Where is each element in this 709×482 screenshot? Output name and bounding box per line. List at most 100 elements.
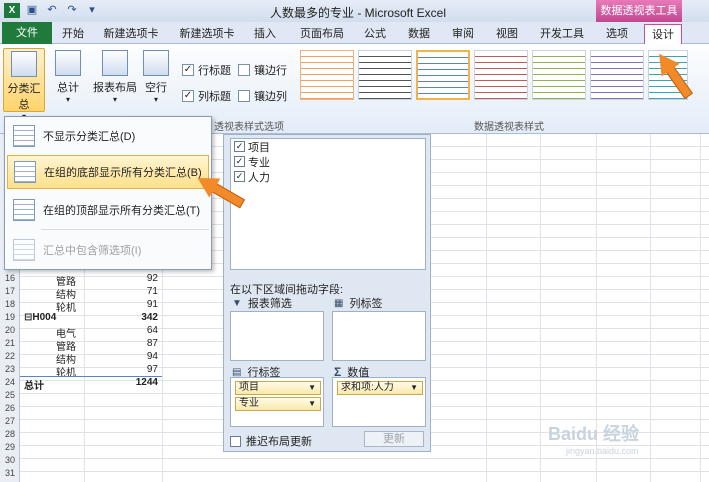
pivot-tools-context-tab: 数据透视表工具 [596, 0, 682, 22]
pivot-grand-total-label[interactable]: 总计 [24, 377, 44, 392]
tab-file[interactable]: 文件 [2, 22, 52, 44]
row-number[interactable]: 31 [0, 468, 20, 478]
menu-item-label: 在组的底部显示所有分类汇总(B) [44, 167, 202, 179]
pivot-row-value[interactable]: 91 [118, 299, 158, 310]
pivot-grand-total-value[interactable]: 1244 [118, 377, 158, 388]
tab-options[interactable]: 选项 [600, 24, 634, 44]
no-subtotals-icon [13, 125, 35, 147]
menu-item-no-subtotals[interactable]: 不显示分类汇总(D) [7, 119, 209, 153]
empty-checkbox-icon [230, 435, 241, 447]
tab-insert[interactable]: 插入 [250, 24, 280, 44]
quick-access-toolbar: X ▣ ↶ ↷ ▾ [4, 3, 100, 18]
save-icon[interactable]: ▣ [24, 3, 40, 18]
rows-icon: ▤ [232, 366, 242, 378]
tab-new-1[interactable]: 新建选项卡 [98, 24, 164, 44]
pivot-row-value[interactable]: 97 [118, 364, 158, 375]
menu-item-subtotals-bottom[interactable]: 在组的底部显示所有分类汇总(B) [7, 155, 209, 189]
row-number[interactable]: 19 [0, 312, 20, 322]
banded-rows-checkbox[interactable]: 镶边行 [238, 62, 287, 78]
field-item[interactable]: ✓ 人力 [231, 169, 425, 184]
grand-totals-label: 总计 [57, 82, 79, 94]
blank-rows-button[interactable]: 空行 ▾ [140, 48, 172, 112]
report-filter-area[interactable] [230, 311, 324, 361]
style-swatch[interactable] [358, 50, 412, 100]
col-headers-checkbox[interactable]: ✓ 列标题 [182, 88, 231, 104]
blank-rows-icon [143, 50, 169, 76]
tab-design[interactable]: 设计 [644, 24, 682, 44]
value-field-chip[interactable]: 求和项:人力 ▼ [337, 381, 423, 395]
grand-totals-button[interactable]: 总计 ▾ [47, 48, 89, 112]
report-layout-button[interactable]: 报表布局 ▾ [92, 48, 138, 112]
row-number[interactable]: 26 [0, 403, 20, 413]
subtotals-bottom-icon [14, 161, 36, 183]
title-bar: X ▣ ↶ ↷ ▾ 人数最多的专业 - Microsoft Excel 数据透视… [0, 0, 709, 22]
tab-data[interactable]: 数据 [404, 24, 434, 44]
pivot-row-value[interactable]: 71 [118, 286, 158, 297]
row-number[interactable]: 22 [0, 351, 20, 361]
subtotals-button[interactable]: 分类汇总 ▾ [3, 48, 45, 121]
row-labels-area[interactable]: 项目 ▼ 专业 ▼ [230, 377, 324, 427]
defer-layout-checkbox[interactable]: 推迟布局更新 [230, 433, 312, 449]
tab-page-layout[interactable]: 页面布局 [294, 24, 350, 44]
row-number[interactable]: 20 [0, 325, 20, 335]
tab-new-2[interactable]: 新建选项卡 [174, 24, 240, 44]
pivot-row-value[interactable]: 94 [118, 351, 158, 362]
report-filter-label: ▼ 报表筛选 [232, 295, 292, 311]
tab-review[interactable]: 审阅 [448, 24, 478, 44]
pivot-row-label[interactable]: 轮机 [56, 299, 76, 314]
style-swatch[interactable] [590, 50, 644, 100]
empty-checkbox-icon [238, 64, 250, 76]
row-number[interactable]: 25 [0, 390, 20, 400]
row-field-chip[interactable]: 项目 ▼ [235, 381, 321, 395]
style-swatch-selected[interactable] [416, 50, 470, 100]
pivot-row-value[interactable]: 92 [118, 273, 158, 284]
banded-cols-label: 镶边列 [254, 91, 287, 103]
field-item[interactable]: ✓ 项目 [231, 139, 425, 154]
row-number[interactable]: 23 [0, 364, 20, 374]
pivot-row-value[interactable]: 64 [118, 325, 158, 336]
tab-home[interactable]: 开始 [58, 24, 88, 44]
banded-cols-checkbox[interactable]: 镶边列 [238, 88, 287, 104]
subtotals-icon [11, 51, 37, 77]
tab-developer[interactable]: 开发工具 [536, 24, 588, 44]
column-labels-label: ▦ 列标签 [334, 295, 382, 311]
row-headers-checkbox[interactable]: ✓ 行标题 [182, 62, 231, 78]
style-swatch[interactable] [300, 50, 354, 100]
grand-totals-icon [55, 50, 81, 76]
undo-icon[interactable]: ↶ [44, 3, 60, 18]
row-number[interactable]: 28 [0, 429, 20, 439]
row-field-chip[interactable]: 专业 ▼ [235, 397, 321, 411]
customize-qat-icon[interactable]: ▾ [84, 3, 100, 18]
tab-formulas[interactable]: 公式 [360, 24, 390, 44]
row-number[interactable]: 29 [0, 442, 20, 452]
style-swatch[interactable] [532, 50, 586, 100]
watermark-logo: Baidu 经验 [548, 424, 640, 444]
checkmark-icon: ✓ [182, 64, 194, 76]
row-number[interactable]: 18 [0, 299, 20, 309]
redo-icon[interactable]: ↷ [64, 3, 80, 18]
banded-rows-label: 镶边行 [254, 65, 287, 77]
chevron-down-icon: ▾ [112, 95, 117, 104]
field-item[interactable]: ✓ 专业 [231, 154, 425, 169]
pivot-group-value[interactable]: 342 [118, 312, 158, 323]
style-swatch[interactable] [474, 50, 528, 100]
values-area[interactable]: 求和项:人力 ▼ [332, 377, 426, 427]
row-number[interactable]: 17 [0, 286, 20, 296]
row-number[interactable]: 21 [0, 338, 20, 348]
chevron-down-icon: ▾ [65, 95, 70, 104]
excel-logo-icon: X [4, 3, 20, 18]
pivot-group-label[interactable]: ⊟H004 [24, 312, 56, 323]
row-number[interactable]: 27 [0, 416, 20, 426]
column-labels-area[interactable] [332, 311, 426, 361]
row-number[interactable]: 24 [0, 377, 20, 387]
row-number[interactable]: 16 [0, 273, 20, 283]
menu-item-subtotals-top[interactable]: 在组的顶部显示所有分类汇总(T) [7, 193, 209, 227]
tab-view[interactable]: 视图 [492, 24, 522, 44]
row-number[interactable]: 30 [0, 455, 20, 465]
field-name: 人力 [248, 171, 270, 184]
pivot-row-value[interactable]: 87 [118, 338, 158, 349]
chip-label: 专业 [239, 398, 259, 409]
column-labels-text: 列标签 [349, 298, 383, 310]
column-gridline [486, 134, 487, 482]
checkmark-icon: ✓ [234, 171, 245, 182]
